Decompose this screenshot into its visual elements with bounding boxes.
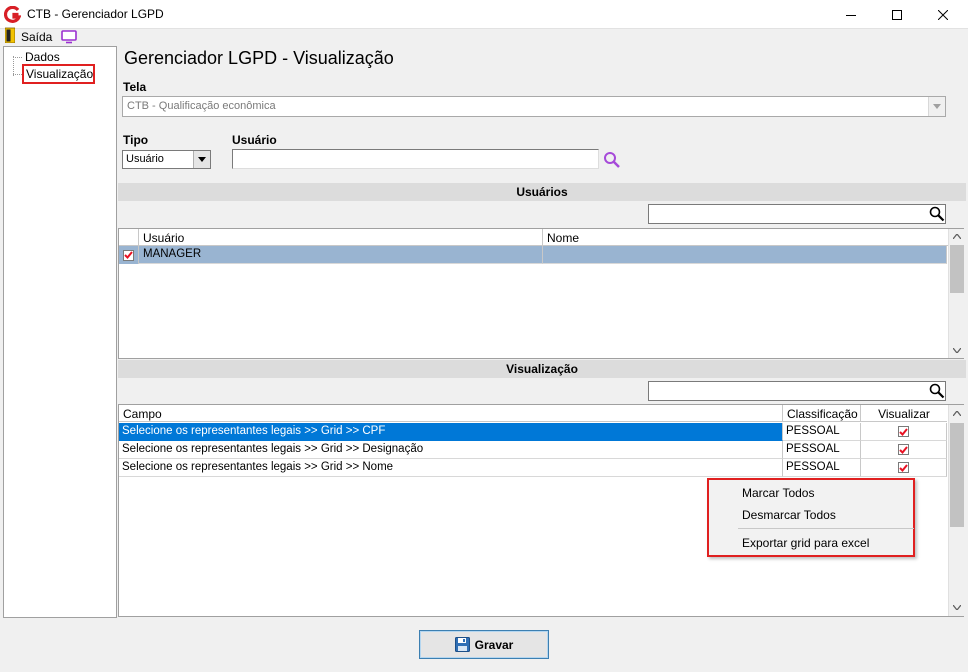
cell-visualizar[interactable]	[861, 459, 947, 477]
grid-header-check	[119, 229, 139, 246]
table-row[interactable]: Selecione os representantes legais >> Gr…	[119, 441, 947, 459]
visualizacao-scrollbar[interactable]	[948, 405, 964, 616]
maximize-button[interactable]	[874, 0, 920, 29]
tela-label: Tela	[123, 80, 147, 94]
usuario-label: Usuário	[232, 133, 277, 147]
minimize-icon	[846, 14, 856, 16]
table-row[interactable]: Selecione os representantes legais >> Gr…	[119, 459, 947, 477]
grid-header-classificacao[interactable]: Classificação	[783, 405, 861, 422]
row-checkbox[interactable]	[123, 249, 134, 261]
checkmark-icon	[899, 463, 908, 472]
cell-campo: Selecione os representantes legais >> Gr…	[119, 423, 783, 441]
cell-usuario: MANAGER	[139, 246, 543, 264]
grid-header-nome[interactable]: Nome	[543, 229, 948, 246]
tree-connector	[13, 56, 14, 76]
cell-visualizar[interactable]	[861, 423, 947, 441]
checkmark-icon	[124, 251, 133, 259]
table-row[interactable]: MANAGER	[119, 246, 947, 264]
menu-separator	[738, 528, 914, 529]
checkmark-icon	[899, 427, 908, 436]
close-button[interactable]	[920, 0, 966, 29]
cell-nome	[543, 246, 947, 264]
cell-classificacao: PESSOAL	[783, 441, 861, 459]
scroll-down-icon[interactable]	[953, 605, 961, 610]
maximize-icon	[892, 9, 902, 20]
cell-classificacao: PESSOAL	[783, 423, 861, 441]
chevron-down-icon	[198, 157, 206, 162]
search-icon[interactable]	[929, 206, 945, 222]
usuarios-section-header: Usuários	[118, 183, 966, 201]
tela-select[interactable]: CTB - Qualificação econômica	[122, 96, 946, 117]
exit-menu-item[interactable]: Saída	[21, 30, 52, 44]
cell-visualizar[interactable]	[861, 441, 947, 459]
visualizar-checkbox[interactable]	[898, 426, 909, 437]
menu-item-marcar-todos[interactable]: Marcar Todos	[742, 486, 814, 500]
tela-select-value: CTB - Qualificação econômica	[127, 100, 276, 112]
visualizacao-section-header: Visualização	[118, 360, 966, 378]
usuarios-scrollbar[interactable]	[948, 229, 964, 358]
save-button-label: Gravar	[474, 637, 514, 652]
grid-header-visualizar[interactable]: Visualizar	[861, 405, 947, 422]
tipo-select-value: Usuário	[126, 153, 164, 165]
cell-campo: Selecione os representantes legais >> Gr…	[119, 441, 783, 459]
menu-item-exportar-excel[interactable]: Exportar grid para excel	[742, 536, 869, 550]
search-icon[interactable]	[603, 151, 621, 169]
visualizar-checkbox[interactable]	[898, 462, 909, 473]
tipo-label: Tipo	[123, 133, 149, 147]
usuarios-grid: Usuário Nome MANAGER	[118, 228, 964, 359]
navigation-tree	[3, 46, 117, 618]
window-title: CTB - Gerenciador LGPD	[27, 7, 164, 21]
cell-classificacao: PESSOAL	[783, 459, 861, 477]
table-row[interactable]: Selecione os representantes legais >> Gr…	[119, 423, 947, 441]
save-button[interactable]: Gravar	[419, 630, 549, 659]
cell-campo: Selecione os representantes legais >> Gr…	[119, 459, 783, 477]
usuarios-scroll-thumb[interactable]	[950, 245, 964, 293]
menu-item-desmarcar-todos[interactable]: Desmarcar Todos	[742, 508, 836, 522]
tree-item-visualizacao[interactable]: Visualização	[26, 67, 93, 81]
minimize-button[interactable]	[828, 0, 874, 29]
scroll-down-icon[interactable]	[953, 348, 961, 353]
tela-dropdown-button[interactable]	[928, 97, 945, 116]
monitor-icon[interactable]	[61, 30, 77, 44]
menu-bar	[0, 29, 968, 46]
close-icon	[938, 9, 948, 20]
tree-connector	[13, 57, 22, 58]
page-title: Gerenciador LGPD - Visualização	[124, 48, 394, 68]
search-icon[interactable]	[929, 383, 945, 399]
floppy-disk-icon	[454, 637, 470, 652]
chevron-down-icon	[933, 104, 941, 109]
grid-header-usuario[interactable]: Usuário	[139, 229, 543, 246]
visualizacao-scroll-thumb[interactable]	[950, 423, 964, 527]
grid-header-campo[interactable]: Campo	[119, 405, 783, 422]
tree-connector	[13, 74, 22, 75]
usuarios-filter-input[interactable]	[648, 204, 946, 224]
visualizacao-filter-input[interactable]	[648, 381, 946, 401]
row-checkbox-cell[interactable]	[119, 246, 139, 264]
tree-item-dados[interactable]: Dados	[25, 50, 60, 64]
tipo-dropdown-button[interactable]	[193, 151, 210, 168]
door-exit-icon[interactable]	[5, 27, 15, 43]
ctb-logo-icon	[4, 6, 21, 23]
checkmark-icon	[899, 445, 908, 454]
scroll-up-icon[interactable]	[953, 411, 961, 416]
usuario-input[interactable]	[232, 149, 599, 169]
context-menu: Marcar Todos Desmarcar Todos Exportar gr…	[707, 478, 915, 557]
scroll-up-icon[interactable]	[953, 234, 961, 239]
visualizar-checkbox[interactable]	[898, 444, 909, 455]
